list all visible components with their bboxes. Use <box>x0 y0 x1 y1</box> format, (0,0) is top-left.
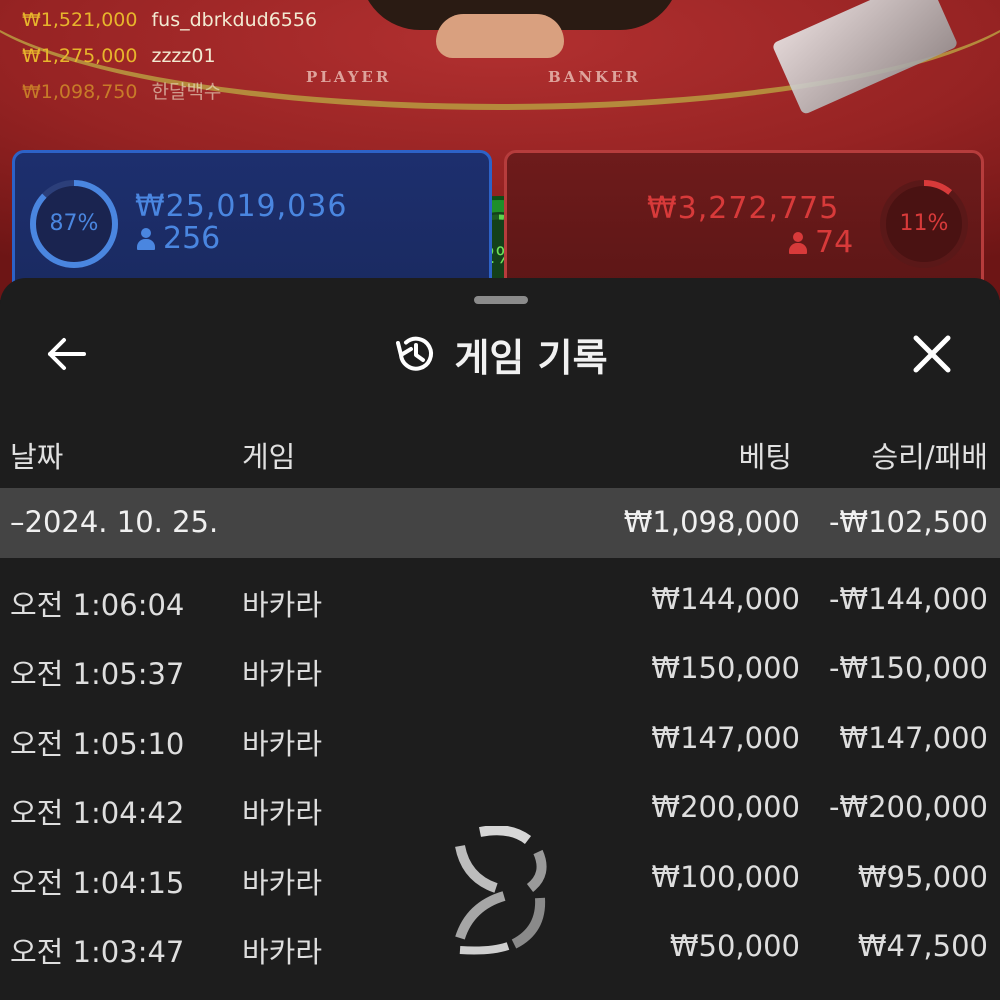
banker-count: 74 <box>815 225 854 260</box>
banker-bettor-count: 74 <box>789 225 853 260</box>
ticker-item: ₩1,275,000 zzzz01 <box>22 38 317 74</box>
row-result: ₩47,500 <box>857 929 988 963</box>
row-result: -₩150,000 <box>828 651 988 685</box>
sheet-drag-handle[interactable] <box>474 296 528 304</box>
loading-spinner-icon <box>455 826 547 955</box>
row-time: 오전 1:05:10 <box>10 727 185 761</box>
sheet-title: 게임 기록 <box>454 335 608 380</box>
player-percent: 87% <box>49 211 99 236</box>
row-time: 오전 1:05:37 <box>10 657 185 691</box>
sheet-header: 게임 기록 <box>0 326 1000 382</box>
column-headers: 날짜 게임 베팅 승리/패배 <box>0 428 1000 478</box>
row-bet: ₩50,000 <box>669 929 800 963</box>
person-icon <box>789 231 807 254</box>
column-header-bet: 베팅 <box>738 440 792 474</box>
row-time: 오전 1:03:47 <box>10 935 185 969</box>
ticker-username: fus_dbrkdud6556 <box>151 9 318 31</box>
date-group-result-total: -₩102,500 <box>828 505 988 539</box>
row-result: -₩200,000 <box>828 790 988 824</box>
player-count: 256 <box>163 221 221 256</box>
ticker-amount: ₩1,275,000 <box>22 45 138 67</box>
table-label-banker: BANKER <box>548 68 641 86</box>
row-bet: ₩200,000 <box>651 790 800 824</box>
player-total-amount: ₩25,019,036 <box>135 189 348 224</box>
row-result: ₩147,000 <box>839 721 988 755</box>
row-game: 바카라 <box>242 935 323 969</box>
row-result: ₩95,000 <box>857 860 988 894</box>
date-group-date: –2024. 10. 25. <box>10 505 219 539</box>
row-game: 바카라 <box>242 796 323 830</box>
row-bet: ₩100,000 <box>651 860 800 894</box>
row-game: 바카라 <box>242 657 323 691</box>
dealer-hands <box>436 14 564 58</box>
column-header-result: 승리/패배 <box>871 440 989 474</box>
banker-total-amount: ₩3,272,775 <box>647 191 840 226</box>
table-label-player: PLAYER <box>306 68 392 86</box>
close-icon <box>913 335 951 373</box>
close-button[interactable] <box>902 324 962 384</box>
row-bet: ₩147,000 <box>651 721 800 755</box>
winners-ticker: ₩1,521,000 fus_dbrkdud6556 ₩1,275,000 zz… <box>22 2 317 110</box>
ticker-username: zzzz01 <box>151 45 216 67</box>
history-icon <box>396 336 434 371</box>
row-result: -₩144,000 <box>828 582 988 616</box>
row-game: 바카라 <box>242 588 323 622</box>
player-gauge: 87% <box>29 179 119 269</box>
ticker-amount: ₩1,521,000 <box>22 9 138 31</box>
row-time: 오전 1:04:42 <box>10 796 185 830</box>
ticker-item: ₩1,098,750 한달백수 <box>22 74 317 110</box>
history-row[interactable]: 오전 1:05:37 바카라 ₩150,000 -₩150,000 <box>0 637 1000 707</box>
history-row[interactable]: 오전 1:06:04 바카라 ₩144,000 -₩144,000 <box>0 568 1000 638</box>
row-game: 바카라 <box>242 866 323 900</box>
row-time: 오전 1:06:04 <box>10 588 185 622</box>
game-history-sheet: 게임 기록 날짜 게임 베팅 승리/패배 –2024. 10. 25. ₩1,0… <box>0 278 1000 1000</box>
banker-percent: 11% <box>899 211 949 236</box>
ticker-item: ₩1,521,000 fus_dbrkdud6556 <box>22 2 317 38</box>
date-group-bet-total: ₩1,098,000 <box>623 505 800 539</box>
person-icon <box>137 227 155 250</box>
row-game: 바카라 <box>242 727 323 761</box>
column-header-game: 게임 <box>242 440 296 474</box>
ticker-username: 한달백수 <box>151 81 222 103</box>
game-table-background: PLAYER BANKER ₩1,521,000 fus_dbrkdud6556… <box>0 0 1000 300</box>
date-group-row[interactable]: –2024. 10. 25. ₩1,098,000 -₩102,500 <box>0 488 1000 558</box>
player-bettor-count: 256 <box>137 221 220 256</box>
column-header-date: 날짜 <box>10 440 64 474</box>
row-time: 오전 1:04:15 <box>10 866 185 900</box>
ticker-amount: ₩1,098,750 <box>22 81 138 103</box>
banker-gauge: 11% <box>879 179 969 269</box>
row-bet: ₩144,000 <box>651 582 800 616</box>
row-bet: ₩150,000 <box>651 651 800 685</box>
history-row[interactable]: 오전 1:05:10 바카라 ₩147,000 ₩147,000 <box>0 707 1000 777</box>
